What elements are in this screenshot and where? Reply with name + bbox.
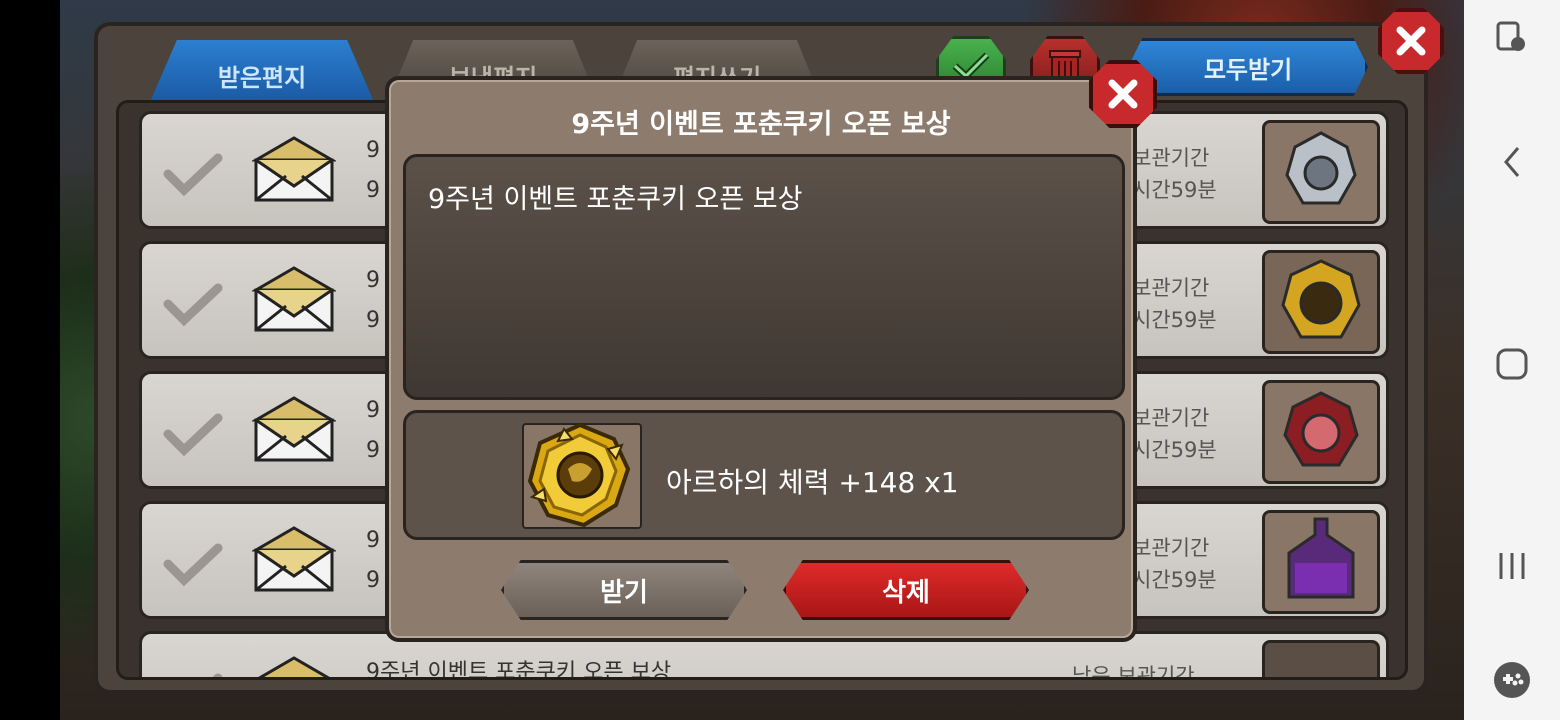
screen: 받은편지 보낸편지 편지쓰기 모두받기 9 9 보관기간 시간59분 bbox=[0, 0, 1560, 720]
mail-detail-dialog: 9주년 이벤트 포춘쿠키 오픈 보상 9주년 이벤트 포춘쿠키 오픈 보상 아르… bbox=[385, 60, 1157, 642]
envelope-icon bbox=[258, 656, 330, 677]
home-button[interactable] bbox=[1492, 344, 1532, 384]
mail-date: 9 bbox=[366, 308, 380, 333]
envelope-icon bbox=[252, 526, 336, 592]
reward-item bbox=[522, 422, 642, 529]
receive-button[interactable]: 받기 bbox=[501, 560, 747, 620]
expire-label: 보관기간 bbox=[1132, 406, 1210, 430]
receive-all-button[interactable]: 모두받기 bbox=[1128, 38, 1368, 96]
mail-title: 9 bbox=[366, 268, 380, 293]
close-icon bbox=[1108, 79, 1138, 109]
expire-label: 보관기간 bbox=[1132, 276, 1210, 300]
expire-label: 보관기간 bbox=[1132, 146, 1210, 170]
gamepad-icon bbox=[1494, 662, 1530, 698]
dialog-title: 9주년 이벤트 포춘쿠키 오픈 보상 bbox=[571, 109, 951, 140]
expire-time: 시간59분 bbox=[1132, 568, 1217, 592]
back-button[interactable] bbox=[1492, 142, 1532, 182]
mail-title: 9 bbox=[366, 138, 380, 163]
reward-thumbnail bbox=[1262, 120, 1380, 224]
check-icon[interactable] bbox=[162, 150, 224, 198]
reward-thumbnail bbox=[1262, 510, 1380, 614]
mailbox-close-button[interactable] bbox=[1378, 8, 1444, 74]
reward-thumbnail bbox=[1262, 640, 1380, 677]
reward-label: 아르하의 체력 +148 x1 bbox=[666, 466, 959, 499]
check-icon[interactable] bbox=[162, 540, 224, 588]
reward-thumbnail bbox=[1262, 380, 1380, 484]
back-icon bbox=[1504, 147, 1520, 177]
envelope-icon bbox=[252, 396, 336, 462]
recents-icon bbox=[1499, 553, 1525, 579]
tab-received-mail[interactable]: 받은편지 bbox=[150, 40, 374, 102]
check-icon[interactable] bbox=[162, 410, 224, 458]
system-nav-bar bbox=[1464, 0, 1560, 720]
expire-label: 보관기간 bbox=[1132, 536, 1210, 560]
reward-box: 아르하의 체력 +148 x1 bbox=[403, 410, 1125, 540]
delete-button[interactable]: 삭제 bbox=[783, 560, 1029, 620]
screen-touch-icon bbox=[1496, 21, 1525, 51]
mail-date: 9 bbox=[366, 178, 380, 203]
recents-button[interactable] bbox=[1492, 546, 1532, 586]
envelope-icon bbox=[252, 266, 336, 332]
check-icon[interactable] bbox=[162, 670, 224, 680]
envelope-icon bbox=[252, 136, 336, 202]
close-icon bbox=[1396, 26, 1426, 56]
mail-title: 9 bbox=[366, 398, 380, 423]
medal-icon bbox=[527, 422, 631, 528]
mail-date: 9 bbox=[366, 438, 380, 463]
check-icon[interactable] bbox=[162, 280, 224, 328]
home-icon bbox=[1496, 348, 1528, 380]
expire-time: 시간59분 bbox=[1132, 438, 1217, 462]
message-body: 9주년 이벤트 포춘쿠키 오픈 보상 bbox=[428, 184, 803, 215]
mail-date: 9 bbox=[366, 568, 380, 593]
mail-title: 9 bbox=[366, 528, 380, 553]
screen-touch-button[interactable] bbox=[1492, 18, 1532, 58]
mail-title: 9주년 이벤트 포춘쿠키 오픈 보상 bbox=[366, 660, 672, 680]
expire-time: 시간59분 bbox=[1132, 308, 1217, 332]
reward-thumbnail bbox=[1262, 250, 1380, 354]
expire-time: 시간59분 bbox=[1132, 178, 1217, 202]
game-tools-button[interactable] bbox=[1492, 660, 1532, 700]
expire-label: 남은 보관기간 bbox=[1072, 664, 1195, 680]
message-box: 9주년 이벤트 포춘쿠키 오픈 보상 bbox=[403, 154, 1125, 400]
